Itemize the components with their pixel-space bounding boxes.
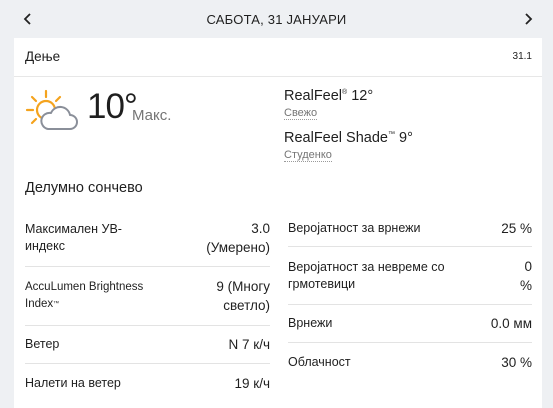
detail-label: Максимален УВ-индекс <box>25 222 122 253</box>
detail-label: Врнежи <box>288 316 333 330</box>
previous-day-button[interactable] <box>17 8 39 30</box>
detail-value: N 7 к/ч <box>228 337 270 352</box>
temperature-value: 10° <box>87 87 138 126</box>
detail-row-precipitation: Врнежи 0.0 мм <box>288 305 532 343</box>
next-day-button[interactable] <box>517 8 539 30</box>
detail-row-precip-probability: Веројатност за врнежи 25 % <box>288 210 532 247</box>
day-forecast-card: Дење 31.1 10° Макс. RealFeel® 12° Свежо … <box>14 38 542 408</box>
card-header: Дење 31.1 <box>14 38 542 77</box>
realfeel-description[interactable]: Свежо <box>284 107 318 120</box>
detail-value: 25 % <box>501 220 532 236</box>
detail-label: Веројатност за врнежи <box>288 220 421 235</box>
detail-row-uv-index: Максимален УВ-индекс 3.0 (Умерено) <box>25 210 270 267</box>
detail-label: Облачност <box>288 354 351 369</box>
realfeel: RealFeel® 12° <box>284 88 374 104</box>
detail-value: 19 к/ч <box>234 375 270 391</box>
detail-value: 0 % <box>519 258 532 293</box>
detail-label: Веројатност за невреме со грмотевици <box>288 259 445 291</box>
realfeel-shade: RealFeel Shade™ 9° <box>284 130 413 146</box>
chevron-left-icon <box>23 13 31 25</box>
page-title: САБОТА, 31 ЈАНУАРИ <box>206 11 347 27</box>
detail-value: 0.0 мм <box>490 316 532 331</box>
detail-label: AccuLumen Brightness Index™ <box>25 281 144 310</box>
detail-value: 9 (Многу светло) <box>216 279 270 313</box>
realfeel-shade-description[interactable]: Студенко <box>284 149 332 162</box>
partly-sunny-icon <box>25 89 78 130</box>
detail-row-wind: Ветер N 7 к/ч <box>25 326 270 364</box>
detail-row-thunderstorm-probability: Веројатност за невреме со грмотевици 0 % <box>288 247 532 305</box>
detail-row-cloud-cover: Облачност 30 % <box>288 343 532 381</box>
detail-row-wind-gusts: Налети на ветер 19 к/ч <box>25 364 270 402</box>
detail-value: 3.0 (Умерено) <box>206 221 270 255</box>
card-date: 31.1 <box>512 51 532 62</box>
weather-phrase: Делумно сончево <box>25 180 143 196</box>
chevron-right-icon <box>525 13 533 25</box>
details-right-column: Веројатност за врнежи 25 % Веројатност з… <box>288 210 532 381</box>
detail-row-brightness-index: AccuLumen Brightness Index™ 9 (Многу све… <box>25 267 270 326</box>
details-left-column: Максимален УВ-индекс 3.0 (Умерено) AccuL… <box>25 210 270 402</box>
detail-value: 30 % <box>501 354 532 370</box>
detail-label: Налети на ветер <box>25 375 121 390</box>
period-label: Дење <box>25 49 61 64</box>
detail-label: Ветер <box>25 337 60 351</box>
date-navigation-bar: САБОТА, 31 ЈАНУАРИ <box>0 0 553 38</box>
temperature-label: Макс. <box>132 107 172 124</box>
